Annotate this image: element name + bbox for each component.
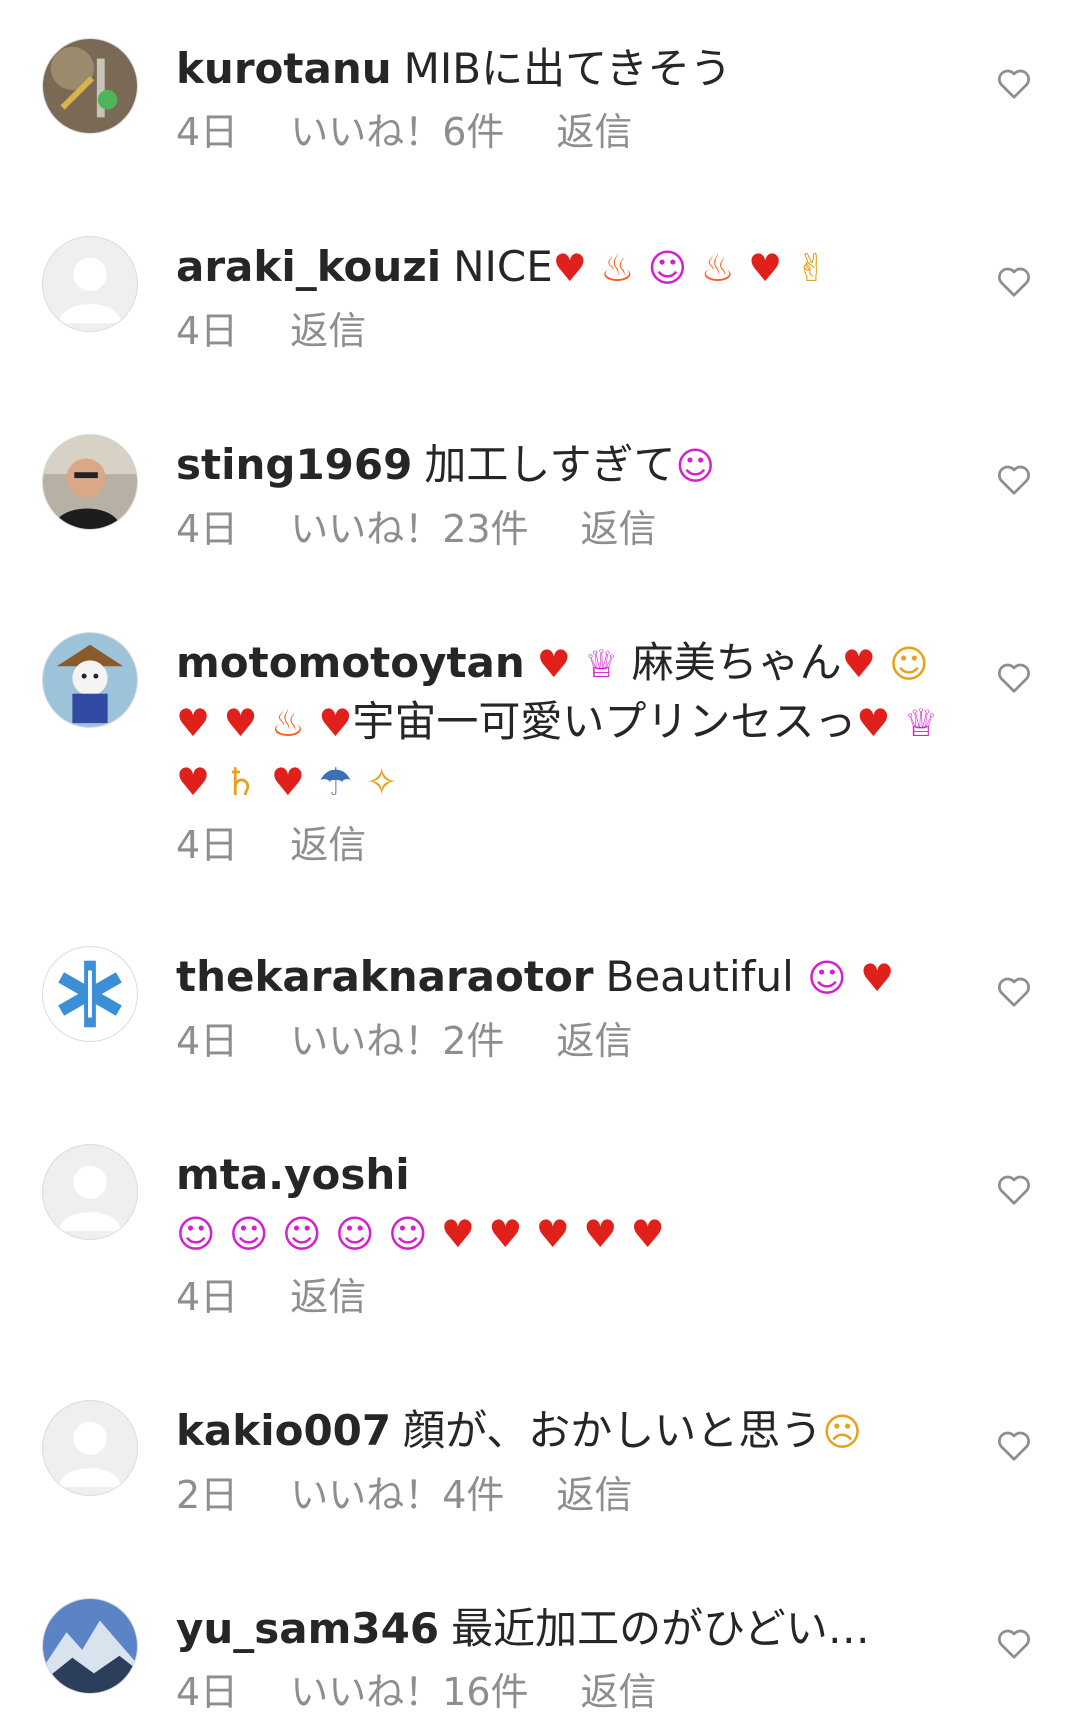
ringed-planet-icon: ♄ [223,760,258,804]
reply-button[interactable]: 返信 [290,309,366,353]
reply-button[interactable]: 返信 [581,1670,657,1714]
comment-body: NICE [453,242,553,291]
avatar[interactable] [42,1400,138,1496]
comment-text: kakio007 顔が、おかしいと思う☹ [176,1402,976,1461]
comment-time: 4日 [176,823,239,867]
sparkling-heart-icon: ♥ [841,642,876,686]
reply-button[interactable]: 返信 [581,507,657,551]
red-heart-icon: ♥ [860,956,895,1000]
sparkles-icon: ✧ [365,760,398,804]
comment-body: MIBに出てきそう [403,44,732,93]
heart-with-arrow-icon: ♥ [318,701,353,745]
comment-text: thekaraknaraotor Beautiful ☺ ♥ [176,948,976,1007]
red-heart-icon: ♥ [552,246,587,290]
red-heart-icon: ♥ [440,1212,475,1256]
like-heart-icon[interactable] [996,1172,1032,1206]
sparkling-heart-icon: ♥ [270,760,305,804]
like-heart-icon[interactable] [996,66,1032,100]
like-heart-icon[interactable] [996,974,1032,1008]
avatar[interactable] [42,632,138,728]
likes-count[interactable]: いいね！2件 [290,1019,504,1063]
reply-button[interactable]: 返信 [290,823,366,867]
heart-eyes-icon: ☺ [807,956,847,1000]
reply-button[interactable]: 返信 [556,1473,632,1517]
username[interactable]: mta.yoshi [176,1150,410,1199]
cat-heart-eyes-icon: ☺ [889,642,929,686]
avatar[interactable] [42,1144,138,1240]
kissing-face-icon: ☺ [675,444,716,488]
comment-time: 4日 [176,1670,239,1714]
comment-text: motomotoytan ♥ ♕ 麻美ちゃん♥ ☺ ♥ ♥ ♨ ♥宇宙一可愛いプリ… [176,634,976,811]
comment-time: 4日 [176,1019,239,1063]
reply-button[interactable]: 返信 [290,1275,366,1319]
comment-body: 加工しすぎて [424,440,676,489]
comment-body: 麻美ちゃん [631,638,842,687]
avatar[interactable] [42,434,138,530]
comment-time: 4日 [176,1275,239,1319]
comment-body: 顔が、おかしいと思う [403,1406,823,1455]
comment-body: 宇宙一可愛いプリン [352,697,731,746]
like-heart-icon[interactable] [996,1626,1032,1660]
heart-eyes-icon: ☺ [176,1212,216,1256]
red-heart-icon: ♥ [535,1212,570,1256]
red-heart-icon: ♥ [630,1212,665,1256]
heart-eyes-icon: ☺ [387,1212,428,1256]
username[interactable]: yu_sam346 [176,1604,439,1653]
username[interactable]: araki_kouzi [176,242,441,291]
like-heart-icon[interactable] [996,660,1032,694]
likes-count[interactable]: いいね！23件 [290,507,528,551]
username[interactable]: sting1969 [176,440,412,489]
princess-icon: ♕ [903,701,938,745]
comment-body: セスっ [730,697,857,746]
sparkling-heart-icon: ♥ [176,760,211,804]
avatar[interactable] [42,946,138,1042]
avatar[interactable] [42,236,138,332]
username[interactable]: kurotanu [176,44,392,93]
heart-eyes-icon: ☺ [228,1212,269,1256]
reply-button[interactable]: 返信 [556,110,632,154]
fire-icon: ♨ [270,701,305,745]
reply-button[interactable]: 返信 [556,1019,632,1063]
red-heart-icon: ♥ [583,1212,618,1256]
comment-text: sting1969 加工しすぎて☺ [176,436,976,495]
username[interactable]: motomotoytan [176,638,525,687]
sparkling-heart-icon: ♥ [856,701,891,745]
like-heart-icon[interactable] [996,462,1032,496]
rainbow-icon: ☂ [318,760,353,804]
likes-count[interactable]: いいね！6件 [290,110,504,154]
red-heart-icon: ♥ [223,701,258,745]
avatar[interactable] [42,1598,138,1694]
comment-time: 2日 [176,1473,239,1517]
comment-time: 4日 [176,309,239,353]
comment-time: 4日 [176,507,239,551]
comment-text: yu_sam346 最近加工のがひどい… [176,1600,976,1658]
red-heart-icon: ♥ [488,1212,523,1256]
username[interactable]: thekaraknaraotor [176,952,594,1001]
like-heart-icon[interactable] [996,1428,1032,1462]
heart-eyes-icon: ☺ [647,246,688,290]
comment-text: araki_kouzi NICE♥ ♨ ☺ ♨ ♥ ✌ [176,238,976,297]
likes-count[interactable]: いいね！16件 [290,1670,528,1714]
raising-hands-icon: ✌ [795,246,828,290]
fire-icon: ♨ [600,246,635,290]
princess-icon: ♕ [584,642,619,686]
fire-icon: ♨ [700,246,735,290]
comment-body: 最近加工のがひどい… [451,1604,870,1653]
comment-body: Beautiful [605,952,794,1001]
red-heart-icon: ♥ [176,701,211,745]
like-heart-icon[interactable] [996,264,1032,298]
username[interactable]: kakio007 [176,1406,391,1455]
heart-eyes-icon: ☺ [334,1212,375,1256]
likes-count[interactable]: いいね！4件 [290,1473,504,1517]
sparkling-heart-icon: ♥ [536,642,571,686]
heart-eyes-icon: ☺ [281,1212,322,1256]
astonished-face-icon: ☹ [822,1410,862,1454]
avatar[interactable] [42,38,138,134]
comment-time: 4日 [176,110,239,154]
red-heart-icon: ♥ [748,246,783,290]
comment-text: kurotanu MIBに出てきそう [176,40,976,98]
comment-text: mta.yoshi ☺ ☺ ☺ ☺ ☺ ♥ ♥ ♥ ♥ ♥ [176,1146,976,1263]
